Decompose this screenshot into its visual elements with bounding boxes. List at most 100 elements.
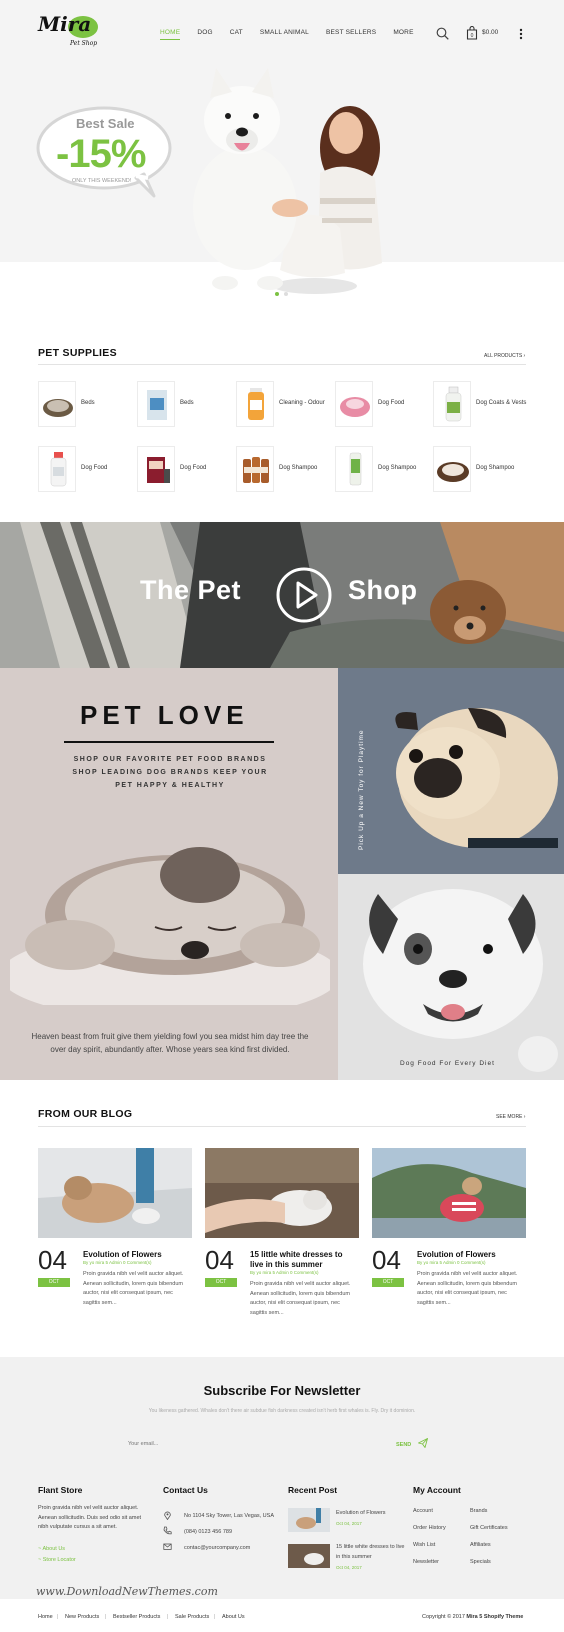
nav-home[interactable]: HOME <box>160 29 181 40</box>
sleeping-dog-image <box>10 847 330 1005</box>
nav-small-animal[interactable]: SMALL ANIMAL <box>260 29 309 40</box>
blog-meta: By yo mira 5 Admin 0 Comment(s) <box>83 1260 152 1265</box>
product-label[interactable]: Dog Shampoo <box>378 465 416 471</box>
product-thumbnail[interactable] <box>38 381 76 427</box>
product-item[interactable]: Dog Shampoo <box>236 446 334 494</box>
footer-link-wish-list[interactable]: Wish List <box>413 1542 435 1548</box>
footer-link-account[interactable]: Account <box>413 1508 433 1514</box>
cart-total[interactable]: $0.00 <box>482 29 498 36</box>
blog-see-more-link[interactable]: SEE MORE › <box>496 1114 525 1120</box>
blog-month: OCT <box>372 1278 404 1287</box>
blog-post-title[interactable]: Evolution of Flowers <box>83 1250 191 1260</box>
logo-word: Mira <box>38 12 92 36</box>
blog-image[interactable] <box>372 1148 526 1238</box>
logo[interactable]: Mira Pet Shop <box>38 12 108 52</box>
product-thumbnail[interactable] <box>433 446 471 492</box>
newsletter-send-button[interactable]: SEND <box>396 1442 411 1448</box>
footer-contact-title: Contact Us <box>163 1485 208 1495</box>
product-thumbnail[interactable] <box>433 381 471 427</box>
play-icon[interactable] <box>275 566 333 624</box>
bottom-link-about-us[interactable]: About Us <box>222 1614 245 1620</box>
blog-image-art <box>38 1148 192 1238</box>
blog-excerpt: Proin gravida nibh vel velit auctor aliq… <box>250 1281 351 1316</box>
product-item[interactable]: Dog Food <box>38 446 136 494</box>
bottom-link-new-products[interactable]: New Products <box>65 1614 99 1620</box>
footer-link-affiliates[interactable]: Affiliates <box>470 1542 491 1548</box>
footer-account-title: My Account <box>413 1485 461 1495</box>
pug-panel[interactable] <box>338 668 564 874</box>
product-label[interactable]: Dog Coats & Vests <box>476 400 526 406</box>
product-label[interactable]: Beds <box>81 400 95 406</box>
product-thumbnail[interactable] <box>137 446 175 492</box>
product-item[interactable]: Dog Coats & Vests <box>433 381 531 429</box>
recent-post-thumb[interactable] <box>288 1544 330 1568</box>
bottom-link-bestseller-products[interactable]: Bestseller Products <box>113 1614 160 1620</box>
pet-love-underline <box>64 741 274 743</box>
video-title-right: Shop <box>348 575 418 605</box>
product-label[interactable]: Beds <box>180 400 194 406</box>
footer-link-newsletter[interactable]: Newsletter <box>413 1559 439 1565</box>
blog-post-title[interactable]: Evolution of Flowers <box>417 1250 525 1260</box>
product-thumbnail[interactable] <box>335 446 373 492</box>
product-item[interactable]: Dog Food <box>335 381 433 429</box>
blog-link-label: SEE MORE <box>496 1114 523 1120</box>
blog-card[interactable]: 04 OCT Evolution of Flowers By yo mira 5… <box>38 1148 192 1328</box>
product-thumbnail[interactable] <box>137 381 175 427</box>
product-thumbnail-art <box>43 399 73 417</box>
paper-plane-icon[interactable] <box>418 1438 428 1448</box>
product-thumbnail[interactable] <box>335 381 373 427</box>
product-item[interactable]: Dog Shampoo <box>335 446 433 494</box>
slider-dot-1[interactable] <box>275 292 279 296</box>
product-item[interactable]: Dog Food <box>137 446 235 494</box>
sale-bubble-title: Best Sale <box>76 116 135 131</box>
recent-post-thumb[interactable] <box>288 1508 330 1532</box>
recent-post-title[interactable]: 15 little white dresses to live in this … <box>336 1543 406 1562</box>
product-label[interactable]: Dog Shampoo <box>279 465 317 471</box>
blog-image[interactable] <box>205 1148 359 1238</box>
footer-phone[interactable]: (084) 0123 456 789 <box>184 1529 232 1535</box>
footer-email[interactable]: contac@yourcompany.com <box>184 1545 250 1551</box>
product-item[interactable]: Beds <box>137 381 235 429</box>
footer-link-specials[interactable]: Specials <box>470 1559 491 1565</box>
product-label[interactable]: Dog Food <box>81 465 107 471</box>
footer-link-order-history[interactable]: Order History <box>413 1525 446 1531</box>
blog-post-title[interactable]: 15 little white dresses to live in this … <box>250 1250 358 1270</box>
product-thumbnail[interactable] <box>236 446 274 492</box>
footer-link-gift-certificates[interactable]: Gift Certificates <box>470 1525 508 1531</box>
search-icon[interactable] <box>436 27 449 40</box>
product-thumbnail[interactable] <box>236 381 274 427</box>
nav-cat[interactable]: CAT <box>230 29 243 40</box>
product-label[interactable]: Dog Food <box>180 465 206 471</box>
product-label[interactable]: Cleaning - Odour <box>279 400 325 406</box>
recent-post-date: Oct 04, 2017 <box>336 1521 362 1526</box>
blog-image[interactable] <box>38 1148 192 1238</box>
recent-post-title[interactable]: Evolution of Flowers <box>336 1510 386 1516</box>
blog-card[interactable]: 04 OCT Evolution of Flowers By yo mira 5… <box>372 1148 526 1328</box>
more-vertical-icon[interactable] <box>519 28 523 40</box>
product-item[interactable]: Dog Shampoo <box>433 446 531 494</box>
nav-dog[interactable]: DOG <box>197 29 212 40</box>
product-thumbnail[interactable] <box>38 446 76 492</box>
supplies-all-products-link[interactable]: ALL PRODUCTS › <box>484 353 525 359</box>
watermark: www.DownloadNewThemes.com <box>36 1585 218 1598</box>
product-label[interactable]: Dog Food <box>378 400 404 406</box>
bulldog-panel[interactable] <box>338 874 564 1080</box>
footer-link-store-locator[interactable]: ~ Store Locator <box>38 1557 76 1563</box>
product-item[interactable]: Cleaning - Odour <box>236 381 334 429</box>
product-label[interactable]: Dog Shampoo <box>476 465 514 471</box>
product-item[interactable]: Beds <box>38 381 136 429</box>
blog-title: FROM OUR BLOG <box>38 1108 133 1120</box>
slider-dot-2[interactable] <box>284 292 288 296</box>
bottom-link-sale-products[interactable]: Sale Products <box>175 1614 209 1620</box>
blog-card[interactable]: 04 OCT 15 little white dresses to live i… <box>205 1148 359 1328</box>
blog-divider <box>38 1126 526 1127</box>
cart-icon[interactable]: 0 <box>466 26 478 40</box>
bottom-link-home[interactable]: Home <box>38 1614 53 1620</box>
blog-excerpt: Proin gravida nibh vel velit auctor aliq… <box>83 1271 184 1306</box>
nav-more[interactable]: MORE <box>393 29 413 40</box>
site-header: Mira Pet Shop HOME DOG CAT SMALL ANIMAL … <box>0 0 564 62</box>
footer-link-about[interactable]: ~ About Us <box>38 1546 65 1552</box>
pet-love-title: PET LOVE <box>80 700 249 730</box>
nav-best-sellers[interactable]: BEST SELLERS <box>326 29 376 40</box>
footer-link-brands[interactable]: Brands <box>470 1508 487 1514</box>
